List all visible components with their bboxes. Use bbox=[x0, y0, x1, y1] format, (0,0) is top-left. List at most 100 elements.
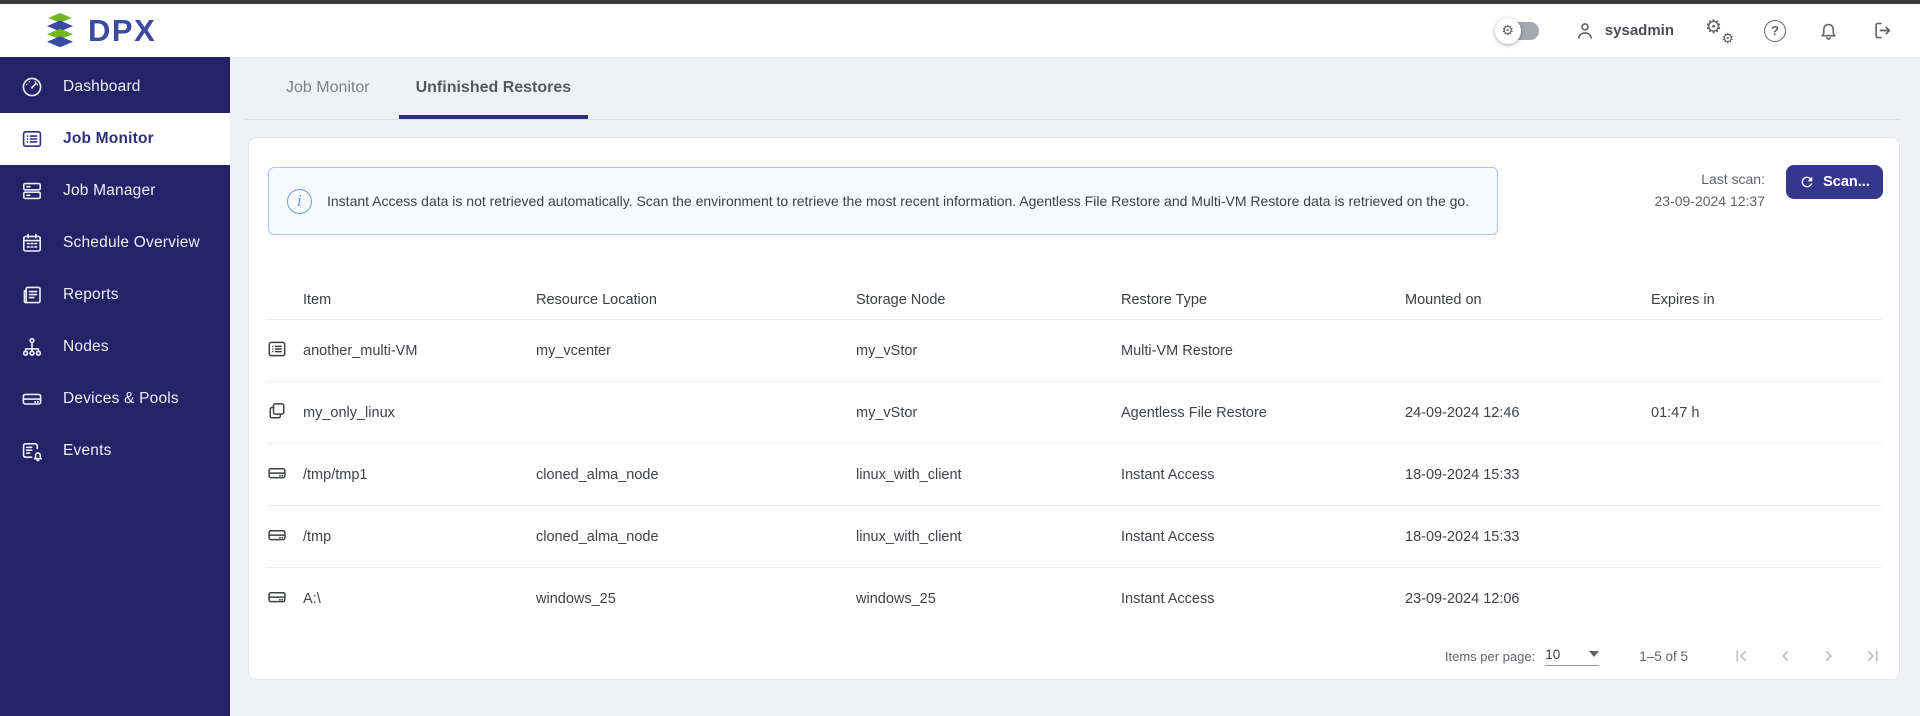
cell-item: /tmp bbox=[303, 529, 536, 545]
caret-down-icon bbox=[1589, 651, 1599, 657]
cell-storage-node: linux_with_client bbox=[856, 529, 1121, 545]
first-page-icon[interactable] bbox=[1732, 647, 1750, 665]
disk-icon bbox=[266, 524, 288, 546]
column-header-item: Item bbox=[303, 292, 536, 308]
logout-icon[interactable] bbox=[1871, 19, 1894, 42]
cell-item: another_multi-VM bbox=[303, 343, 536, 359]
sidebar-item-label: Dashboard bbox=[63, 78, 141, 96]
column-header-restore-type: Restore Type bbox=[1121, 292, 1405, 308]
nodes-icon bbox=[20, 335, 44, 359]
cell-storage-node: windows_25 bbox=[856, 591, 1121, 607]
last-scan-label: Last scan: bbox=[1654, 168, 1765, 190]
column-header-storage-node: Storage Node bbox=[856, 292, 1121, 308]
info-banner: i Instant Access data is not retrieved a… bbox=[268, 167, 1498, 235]
reports-icon bbox=[20, 283, 44, 307]
cell-restore-type: Agentless File Restore bbox=[1121, 405, 1405, 421]
main-area: Job Monitor Unfinished Restores i Instan… bbox=[230, 57, 1920, 716]
sidebar-item-label: Job Manager bbox=[63, 182, 156, 200]
sidebar-item-label: Devices & Pools bbox=[63, 390, 179, 408]
cell-resource-location: my_vcenter bbox=[536, 343, 856, 359]
table-row[interactable]: my_only_linux my_vStorAgentless File Rest… bbox=[266, 382, 1882, 444]
sidebar-item-nodes[interactable]: Nodes bbox=[0, 321, 230, 373]
dashboard-icon bbox=[20, 75, 44, 99]
job-monitor-icon bbox=[20, 127, 44, 151]
last-page-icon[interactable] bbox=[1864, 647, 1882, 665]
sidebar-item-label: Job Monitor bbox=[63, 130, 154, 148]
info-banner-text: Instant Access data is not retrieved aut… bbox=[327, 190, 1469, 213]
schedule-icon bbox=[20, 231, 44, 255]
dpx-logo-icon bbox=[42, 12, 78, 50]
user-menu[interactable]: sysadmin bbox=[1574, 20, 1674, 42]
sidebar-item-dashboard[interactable]: Dashboard bbox=[0, 61, 230, 113]
cell-storage-node: my_vStor bbox=[856, 405, 1121, 421]
settings-gears-icon[interactable]: ⚙⚙ bbox=[1705, 18, 1733, 44]
column-header-resource-location: Resource Location bbox=[536, 292, 856, 308]
table-body: another_multi-VMmy_vcentermy_vStorMulti-… bbox=[266, 320, 1882, 630]
tab-unfinished-restores[interactable]: Unfinished Restores bbox=[399, 57, 589, 119]
items-per-page-label: Items per page: bbox=[1445, 649, 1535, 664]
sidebar-item-label: Nodes bbox=[63, 338, 109, 356]
file-copy-icon bbox=[266, 400, 288, 422]
user-name: sysadmin bbox=[1605, 22, 1674, 39]
job-manager-icon bbox=[20, 179, 44, 203]
table-row[interactable]: another_multi-VMmy_vcentermy_vStorMulti-… bbox=[266, 320, 1882, 382]
events-icon bbox=[20, 439, 44, 463]
gear-toggle-icon: ⚙ bbox=[1495, 18, 1521, 44]
cell-resource-location: cloned_alma_node bbox=[536, 529, 856, 545]
sidebar-item-label: Schedule Overview bbox=[63, 234, 200, 252]
cell-resource-location: windows_25 bbox=[536, 591, 856, 607]
pagination: Items per page: 10 1–5 of 5 bbox=[1445, 636, 1882, 676]
logo-text: DPX bbox=[88, 13, 156, 49]
refresh-icon bbox=[1799, 174, 1815, 190]
dpx-logo[interactable]: DPX bbox=[42, 12, 156, 50]
sidebar: Dashboard Job Monitor Job Manager Schedule … bbox=[0, 57, 230, 716]
tab-job-monitor[interactable]: Job Monitor bbox=[269, 57, 387, 119]
cell-restore-type: Instant Access bbox=[1121, 591, 1405, 607]
cell-resource-location: cloned_alma_node bbox=[536, 467, 856, 483]
scan-button[interactable]: Scan... bbox=[1786, 165, 1883, 199]
cell-restore-type: Multi-VM Restore bbox=[1121, 343, 1405, 359]
cell-expires-in: 01:47 h bbox=[1651, 405, 1882, 421]
disk-icon bbox=[266, 586, 288, 608]
cell-item: my_only_linux bbox=[303, 405, 536, 421]
multi-vm-icon bbox=[266, 338, 288, 360]
table-row[interactable]: A:\windows_25windows_25Instant Access23-… bbox=[266, 568, 1882, 630]
unfinished-restores-panel: i Instant Access data is not retrieved a… bbox=[248, 137, 1900, 680]
disk-icon bbox=[266, 462, 288, 484]
cell-mounted-on: 18-09-2024 15:33 bbox=[1405, 529, 1651, 545]
sidebar-item-label: Reports bbox=[63, 286, 119, 304]
sidebar-item-reports[interactable]: Reports bbox=[0, 269, 230, 321]
cell-restore-type: Instant Access bbox=[1121, 529, 1405, 545]
cell-storage-node: my_vStor bbox=[856, 343, 1121, 359]
previous-page-icon[interactable] bbox=[1776, 647, 1794, 665]
cell-mounted-on: 24-09-2024 12:46 bbox=[1405, 405, 1651, 421]
sidebar-item-devices-pools[interactable]: Devices & Pools bbox=[0, 373, 230, 425]
cell-item: /tmp/tmp1 bbox=[303, 467, 536, 483]
items-per-page-value: 10 bbox=[1545, 647, 1560, 662]
cell-storage-node: linux_with_client bbox=[856, 467, 1121, 483]
sidebar-item-job-monitor[interactable]: Job Monitor bbox=[0, 113, 230, 165]
sidebar-item-schedule-overview[interactable]: Schedule Overview bbox=[0, 217, 230, 269]
pagination-range: 1–5 of 5 bbox=[1639, 649, 1688, 664]
sidebar-item-job-manager[interactable]: Job Manager bbox=[0, 165, 230, 217]
app-header: DPX ⚙ sysadmin ⚙⚙ ? bbox=[0, 4, 1920, 57]
tab-bar: Job Monitor Unfinished Restores bbox=[245, 57, 1900, 120]
cell-restore-type: Instant Access bbox=[1121, 467, 1405, 483]
table-row[interactable]: /tmp/tmp1cloned_alma_nodelinux_with_clie… bbox=[266, 444, 1882, 506]
next-page-icon[interactable] bbox=[1820, 647, 1838, 665]
cell-item: A:\ bbox=[303, 591, 536, 607]
sidebar-item-label: Events bbox=[63, 442, 112, 460]
help-icon[interactable]: ? bbox=[1764, 20, 1786, 42]
items-per-page-select[interactable]: 10 bbox=[1545, 647, 1599, 666]
table-header-row: ItemResource LocationStorage NodeRestore… bbox=[266, 281, 1882, 320]
sidebar-item-events[interactable]: Events bbox=[0, 425, 230, 477]
info-icon: i bbox=[287, 189, 312, 214]
column-header-expires-in: Expires in bbox=[1651, 292, 1882, 308]
column-header-mounted-on: Mounted on bbox=[1405, 292, 1651, 308]
user-icon bbox=[1574, 20, 1596, 42]
settings-toggle[interactable]: ⚙ bbox=[1499, 22, 1539, 40]
table-row[interactable]: /tmpcloned_alma_nodelinux_with_clientIns… bbox=[266, 506, 1882, 568]
notifications-bell-icon[interactable] bbox=[1817, 19, 1840, 42]
last-scan: Last scan: 23-09-2024 12:37 bbox=[1654, 168, 1765, 212]
scan-button-label: Scan... bbox=[1823, 174, 1870, 190]
